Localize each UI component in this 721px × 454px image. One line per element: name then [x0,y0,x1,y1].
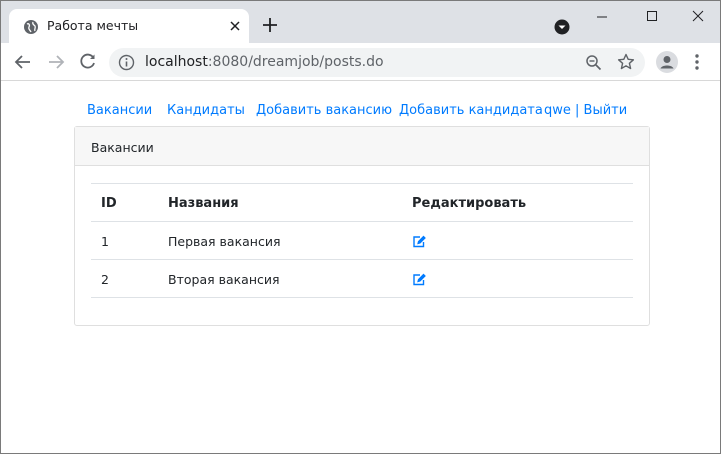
profile-avatar-icon[interactable] [656,51,678,73]
zoom-icon[interactable] [585,54,602,71]
bookmark-star-icon[interactable] [617,53,635,71]
vacancies-card: Вакансии ID Названия Редактировать 1 Пер… [74,126,650,326]
close-window-icon[interactable] [683,7,713,27]
page-content: Вакансии Кандидаты Добавить вакансию Доб… [1,81,720,453]
edit-icon[interactable] [412,273,426,286]
table-row: 1 Первая вакансия [91,221,633,259]
row-name: Первая вакансия [168,234,281,249]
tab-title: Работа мечты [47,18,139,33]
url-text[interactable]: localhost:8080/dreamjob/posts.do [145,54,384,70]
column-header-id: ID [101,196,117,211]
vacancies-table: ID Названия Редактировать 1 Первая вакан… [91,183,633,298]
table-bottom-border [91,297,633,298]
menu-dots-icon[interactable] [691,52,703,72]
column-header-name: Названия [168,196,239,211]
edit-icon[interactable] [412,235,426,248]
new-tab-icon[interactable] [261,16,279,34]
browser-tab[interactable]: Работа мечты [9,9,249,43]
column-header-edit: Редактировать [412,196,527,211]
reload-icon[interactable] [78,52,98,72]
row-id: 1 [101,234,109,249]
maximize-icon[interactable] [637,7,667,27]
info-icon[interactable] [118,54,135,71]
nav-link-user-logout[interactable]: qwe | Выйти [544,103,627,118]
card-title: Вакансии [91,140,154,155]
globe-icon [24,20,38,34]
nav-link-add-vacancy[interactable]: Добавить вакансию [256,103,392,118]
forward-icon[interactable] [46,52,66,72]
nav-link-add-candidate[interactable]: Добавить кандидата [399,103,543,118]
tab-strip: Работа мечты [1,1,720,43]
close-tab-icon[interactable] [227,18,243,34]
row-name: Вторая вакансия [168,272,280,287]
tab-search-icon[interactable] [554,19,570,35]
url-path: :8080/dreamjob/posts.do [207,54,384,70]
row-id: 2 [101,272,109,287]
minimize-icon[interactable] [587,7,617,27]
browser-toolbar: localhost:8080/dreamjob/posts.do [1,43,720,81]
address-bar[interactable]: localhost:8080/dreamjob/posts.do [109,48,645,77]
back-icon[interactable] [13,52,33,72]
url-host: localhost [145,54,208,70]
nav-link-vacancies[interactable]: Вакансии [87,103,152,118]
nav-link-candidates[interactable]: Кандидаты [167,103,245,118]
browser-window: Работа мечты localhost:8080/dreamjob/pos… [0,0,721,454]
card-header: Вакансии [75,127,649,166]
table-header-row: ID Названия Редактировать [91,183,633,221]
table-row: 2 Вторая вакансия [91,259,633,297]
